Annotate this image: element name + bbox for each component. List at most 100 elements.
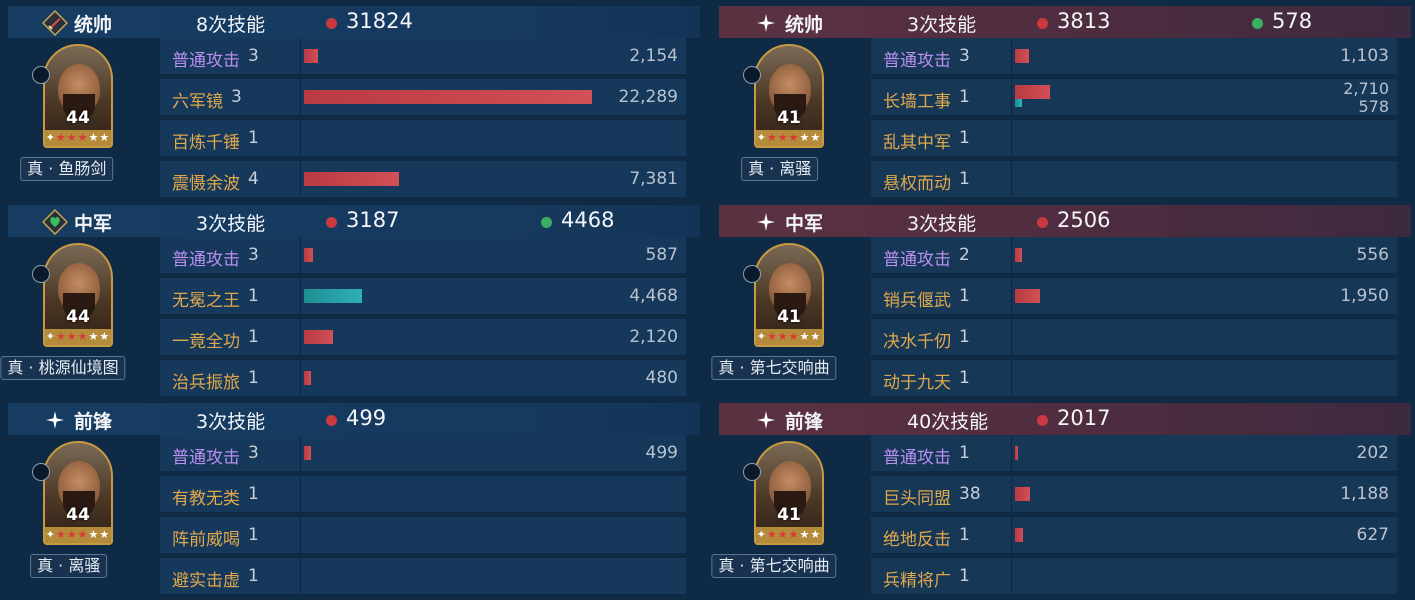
class-badge-icon [32,463,50,481]
hero-card[interactable]: 44 ✦★★★★★ 真 · 桃源仙境图 [0,243,158,393]
row-divider [300,237,301,273]
class-badge-icon [32,265,50,283]
row-divider [1011,79,1012,115]
skill-level: 38 [959,484,981,504]
skill-damage-value: 4,468 [629,286,678,306]
skill-level: 1 [959,169,970,189]
skill-row: 避实击虚 1 [160,558,686,594]
skill-name: 长墙工事 [883,92,951,112]
skill-damage-value: 1,950 [1340,286,1389,306]
hero-portrait[interactable]: 44 ✦★★★★★ [43,441,113,545]
left-team-panel: 统帅 8次技能 31824 44 ✦★★★★★ 真 · 鱼肠剑 普通攻击 3 2,154 六军镜 3… [0,0,708,600]
slot-header: 前锋 40次技能 2017 [719,403,1411,435]
damage-bar [1015,528,1023,542]
skill-row: 阵前威喝 1 [160,517,686,553]
skill-row: 普通攻击 3 499 [160,435,686,471]
skill-count: 8次技能 [196,14,266,36]
hero-stars: ✦★★★★★ [45,527,111,543]
row-divider [300,319,301,355]
row-divider [300,476,301,512]
row-divider [1011,558,1012,594]
damage-total: 2506 [1057,208,1111,232]
role-label: 统帅 [785,14,824,36]
hero-portrait[interactable]: 41 ✦★★★★★ [754,441,824,545]
skill-level: 1 [248,128,259,148]
row-divider [1011,237,1012,273]
heal-dot-icon [1252,18,1263,29]
skill-damage-value: 627 [1356,525,1389,545]
skill-damage-value: 499 [645,443,678,463]
hero-level: 44 [66,307,90,327]
skill-row: 绝地反击 1 627 [871,517,1397,553]
hero-card[interactable]: 44 ✦★★★★★ 真 · 鱼肠剑 [20,44,158,194]
team-slot-1: 统帅 3次技能 3813 578 41 ✦★★★★★ 真 · 离骚 普通攻击 3 1,103 长墙工… [719,0,1411,198]
team-slot-2: 中军 3次技能 2506 41 ✦★★★★★ 真 · 第七交响曲 普通攻击 2 556 销兵偃武 1… [711,199,1411,397]
damage-total: 3813 [1057,9,1111,33]
damage-dot-icon [1037,18,1048,29]
skill-row: 乱其中军 1 [871,120,1397,156]
hero-portrait[interactable]: 41 ✦★★★★★ [754,44,824,148]
row-divider [1011,161,1012,197]
skill-name: 乱其中军 [883,133,951,153]
skill-row: 有教无类 1 [160,476,686,512]
damage-total: 499 [346,406,387,430]
heal-total: 578 [1272,9,1313,33]
hero-portrait[interactable]: 41 ✦★★★★★ [754,243,824,347]
class-badge-icon [32,66,50,84]
role-label: 前锋 [785,411,824,433]
skill-damage-value: 2,120 [629,327,678,347]
skill-level: 3 [231,87,242,107]
row-divider [1011,360,1012,396]
team-slot-3: 前锋 3次技能 499 44 ✦★★★★★ 真 · 离骚 普通攻击 3 499 有教无类 1 阵前威喝… [8,397,700,595]
row-divider [300,161,301,197]
hero-portrait[interactable]: 44 ✦★★★★★ [43,44,113,148]
skill-level: 1 [248,525,259,545]
damage-dot-icon [1037,217,1048,228]
hero-card[interactable]: 41 ✦★★★★★ 真 · 第七交响曲 [711,243,869,393]
skill-name: 巨头同盟 [883,489,951,509]
skill-row: 一竟全功 1 2,120 [160,319,686,355]
skill-name: 阵前威喝 [172,530,240,550]
skill-count: 3次技能 [196,411,266,433]
hero-card[interactable]: 44 ✦★★★★★ 真 · 离骚 [30,441,158,591]
hero-level: 41 [777,505,801,525]
hero-card[interactable]: 41 ✦★★★★★ 真 · 离骚 [741,44,869,194]
skill-level: 1 [959,286,970,306]
skill-damage-value: 556 [1356,245,1389,265]
row-divider [300,360,301,396]
row-divider [300,435,301,471]
skill-damage-value: 22,289 [618,87,678,107]
hero-treasure-tag: 真 · 离骚 [30,554,108,578]
hero-portrait[interactable]: 44 ✦★★★★★ [43,243,113,347]
hero-level: 41 [777,108,801,128]
heal-bar [1015,99,1022,107]
skill-name: 六军镜 [172,92,223,112]
skill-name: 决水千仞 [883,332,951,352]
slot-header: 中军 3次技能 3187 4468 [8,205,700,237]
hero-card[interactable]: 41 ✦★★★★★ 真 · 第七交响曲 [711,441,869,591]
star-icon [42,407,68,433]
skill-row: 普通攻击 3 587 [160,237,686,273]
damage-dot-icon [326,415,337,426]
slot-header: 前锋 3次技能 499 [8,403,700,435]
row-divider [1011,517,1012,553]
damage-bar [304,330,333,344]
damage-total: 2017 [1057,406,1111,430]
skill-name: 一竟全功 [172,332,240,352]
hero-stars: ✦★★★★★ [45,130,111,146]
skill-row: 销兵偃武 1 1,950 [871,278,1397,314]
row-divider [300,517,301,553]
skill-level: 2 [959,245,970,265]
skill-row: 普通攻击 2 556 [871,237,1397,273]
heal-total: 4468 [561,208,615,232]
skill-row: 巨头同盟 38 1,188 [871,476,1397,512]
skill-name: 销兵偃武 [883,291,951,311]
skill-name: 普通攻击 [883,51,951,71]
skill-damage-value: 2,710 [1343,79,1389,98]
skill-level: 1 [959,128,970,148]
damage-bar [1015,446,1018,460]
skill-damage-value: 1,103 [1340,46,1389,66]
hero-stars: ✦★★★★★ [756,527,822,543]
class-badge-icon [743,66,761,84]
skill-row: 兵精将广 1 [871,558,1397,594]
